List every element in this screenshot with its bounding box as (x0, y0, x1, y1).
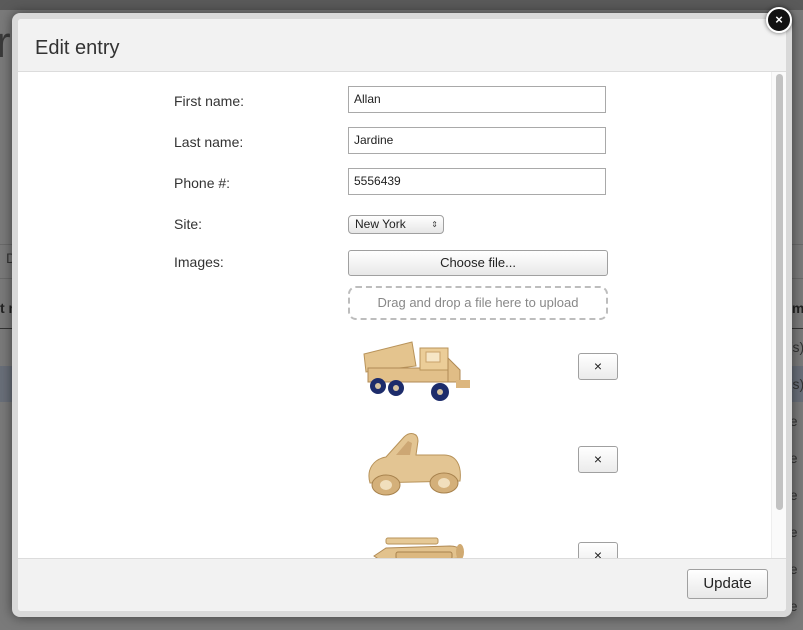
toy-dump-truck-image (356, 330, 472, 410)
toy-airplane-image (356, 520, 472, 558)
modal-body[interactable]: First name: Allan Last name: Jardine Pho… (18, 72, 786, 558)
modal-footer: Update (18, 558, 786, 611)
close-icon[interactable]: × (766, 7, 792, 33)
remove-image-button[interactable]: × (578, 446, 618, 473)
file-drop-zone[interactable]: Drag and drop a file here to upload (348, 286, 608, 320)
background-topbar (0, 0, 803, 10)
update-button[interactable]: Update (687, 569, 768, 599)
remove-image-button[interactable]: × (578, 542, 618, 558)
background-heading: r (0, 18, 11, 67)
phone-input[interactable]: 5556439 (348, 168, 606, 195)
select-arrows-icon: ⇕ (431, 220, 438, 229)
first-name-input[interactable]: Allan (348, 86, 606, 113)
remove-image-button[interactable]: × (578, 353, 618, 380)
images-label: Images: (174, 254, 224, 270)
toy-car-image (356, 425, 472, 505)
edit-entry-modal: Edit entry First name: Allan Last name: … (12, 13, 792, 617)
site-label: Site: (174, 216, 203, 232)
modal-title: Edit entry (35, 37, 120, 59)
modal-header: Edit entry (18, 19, 786, 72)
site-select-value: New York (355, 217, 406, 231)
site-select[interactable]: New York ⇕ (348, 215, 444, 234)
last-name-label: Last name: (174, 134, 244, 150)
phone-label: Phone #: (174, 175, 231, 191)
scrollbar-thumb[interactable] (776, 74, 783, 510)
modal-scrollbar[interactable] (771, 72, 786, 558)
modal-content: Edit entry First name: Allan Last name: … (18, 19, 786, 611)
choose-file-button[interactable]: Choose file... (348, 250, 608, 276)
first-name-label: First name: (174, 93, 245, 109)
last-name-input[interactable]: Jardine (348, 127, 606, 154)
